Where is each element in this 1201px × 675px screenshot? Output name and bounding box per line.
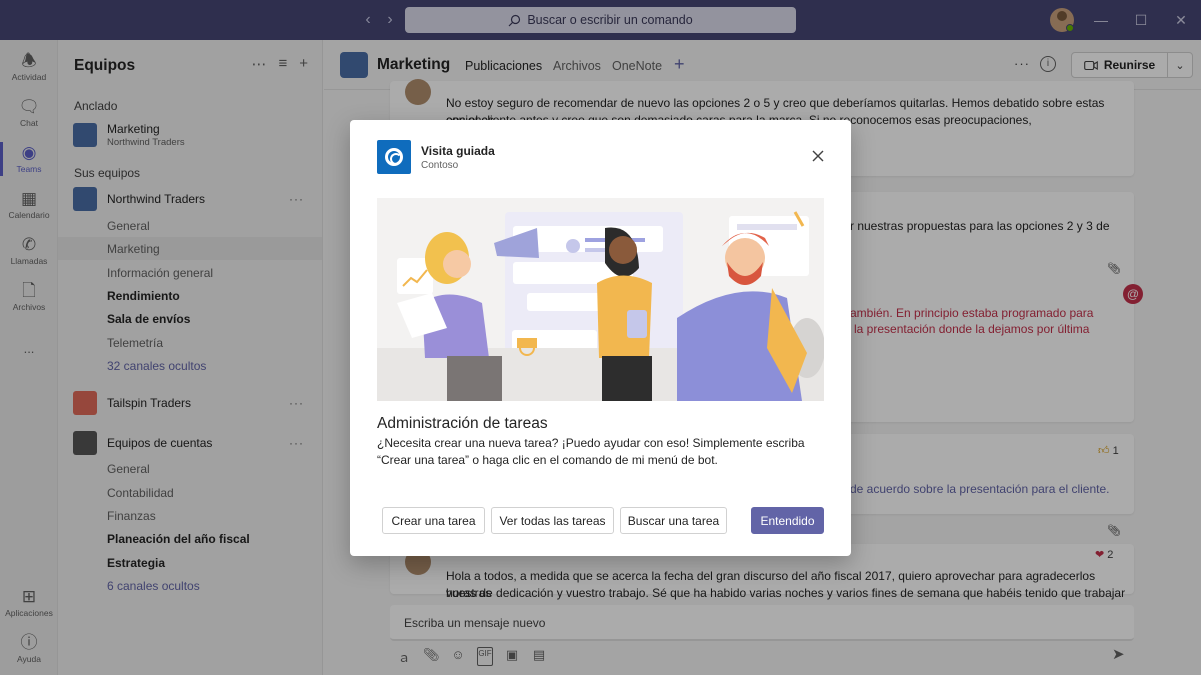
dialog-body: ¿Necesita crear una nueva tarea? ¡Puedo … bbox=[377, 436, 805, 467]
tour-dialog: Visita guiada Contoso Administración de … bbox=[350, 120, 851, 556]
dialog-title: Administración de tareas bbox=[377, 415, 548, 432]
got-it-button[interactable]: Entendido bbox=[751, 507, 824, 534]
task-management-illustration bbox=[377, 198, 824, 401]
bot-logo-icon bbox=[377, 140, 411, 174]
close-icon[interactable] bbox=[810, 148, 826, 164]
create-task-button[interactable]: Crear una tarea bbox=[382, 507, 485, 534]
illustration-icon bbox=[377, 198, 824, 401]
view-all-tasks-button[interactable]: Ver todas las tareas bbox=[491, 507, 614, 534]
search-task-button[interactable]: Buscar una tarea bbox=[620, 507, 727, 534]
bot-publisher: Contoso bbox=[421, 160, 459, 171]
bot-name: Visita guiada bbox=[421, 144, 495, 158]
